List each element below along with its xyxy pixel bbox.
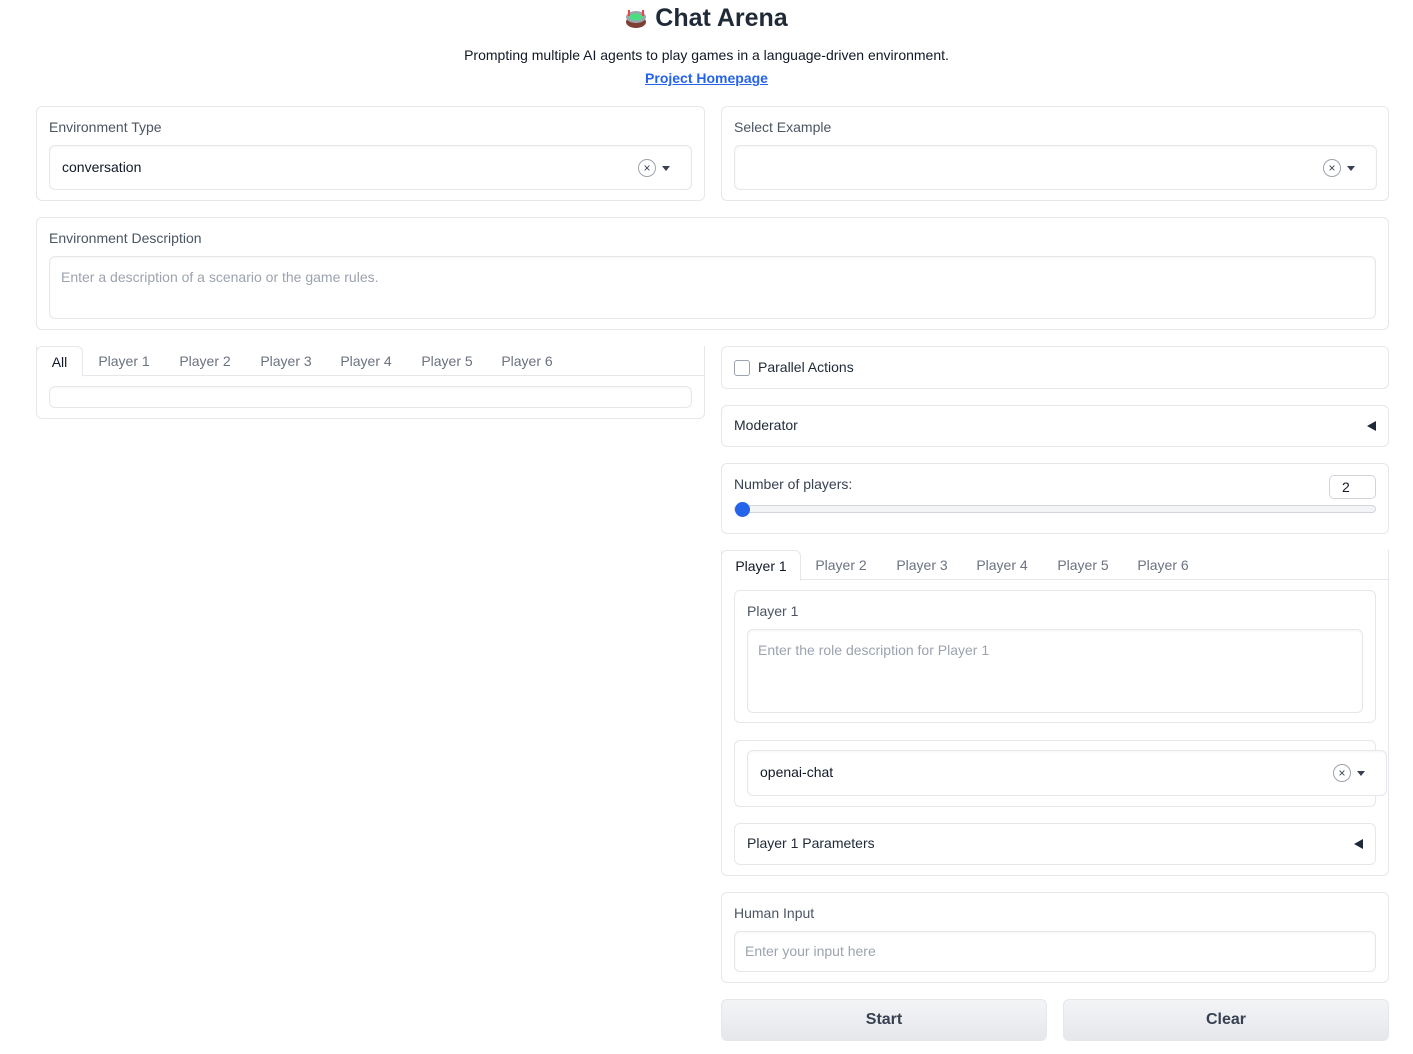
num-players-label: Number of players: bbox=[734, 476, 853, 492]
environment-type-block: Environment Type conversation × bbox=[36, 106, 705, 201]
environment-description-textarea[interactable]: Enter a description of a scenario or the… bbox=[49, 256, 1376, 319]
clear-icon[interactable]: × bbox=[1333, 764, 1351, 782]
parallel-actions-checkbox[interactable] bbox=[734, 360, 750, 376]
tab-player-3[interactable]: Player 3 bbox=[253, 346, 319, 376]
num-players-slider-thumb[interactable] bbox=[735, 502, 750, 517]
tab-player-6-config[interactable]: Player 6 bbox=[1130, 550, 1196, 580]
player-params-accordion[interactable]: Player 1 Parameters bbox=[734, 823, 1376, 865]
project-homepage-link[interactable]: Project Homepage bbox=[0, 70, 1413, 86]
human-input-field[interactable]: Enter your input here bbox=[734, 931, 1376, 972]
tab-player-1-config[interactable]: Player 1 bbox=[721, 550, 801, 581]
chevron-down-icon[interactable] bbox=[1357, 771, 1365, 776]
app-subtitle: Prompting multiple AI agents to play gam… bbox=[464, 47, 949, 63]
moderator-accordion[interactable]: Moderator bbox=[721, 405, 1389, 447]
start-button[interactable]: Start bbox=[721, 999, 1047, 1041]
chat-tabbar: All Player 1 Player 2 Player 3 Player 4 … bbox=[36, 346, 705, 377]
environment-type-label: Environment Type bbox=[49, 119, 162, 135]
chevron-down-icon[interactable] bbox=[1347, 166, 1355, 171]
human-input-placeholder: Enter your input here bbox=[745, 943, 876, 959]
player-tabbar: Player 1 Player 2 Player 3 Player 4 Play… bbox=[721, 550, 1389, 581]
select-example-dropdown[interactable]: × bbox=[734, 145, 1377, 190]
tab-all[interactable]: All bbox=[36, 346, 83, 377]
tab-player-3-config[interactable]: Player 3 bbox=[889, 550, 955, 580]
player-role-textarea[interactable]: Enter the role description for Player 1 bbox=[747, 629, 1363, 713]
tab-player-1[interactable]: Player 1 bbox=[91, 346, 157, 376]
clear-icon[interactable]: × bbox=[1323, 159, 1341, 177]
human-input-label: Human Input bbox=[734, 905, 815, 921]
player-role-block: Player 1 Enter the role description for … bbox=[734, 590, 1376, 723]
player-role-placeholder: Enter the role description for Player 1 bbox=[758, 642, 990, 658]
human-input-block: Human Input Enter your input here bbox=[721, 892, 1389, 983]
collapse-arrow-icon[interactable] bbox=[1354, 839, 1363, 849]
environment-description-placeholder: Enter a description of a scenario or the… bbox=[61, 269, 379, 285]
num-players-block: Number of players: 2 bbox=[721, 463, 1389, 534]
clear-icon[interactable]: × bbox=[638, 159, 656, 177]
tab-player-5-config[interactable]: Player 5 bbox=[1050, 550, 1116, 580]
app-title: Chat Arena bbox=[0, 4, 1413, 33]
backend-value: openai-chat bbox=[760, 764, 834, 780]
tab-player-5[interactable]: Player 5 bbox=[414, 346, 480, 376]
parallel-actions-block: Parallel Actions bbox=[721, 346, 1389, 389]
environment-type-value: conversation bbox=[62, 159, 142, 175]
environment-description-block: Environment Description Enter a descript… bbox=[36, 217, 1389, 330]
player-params-label: Player 1 Parameters bbox=[747, 835, 875, 851]
tab-player-6[interactable]: Player 6 bbox=[494, 346, 560, 376]
num-players-slider-track[interactable] bbox=[734, 505, 1376, 513]
app-title-text: Chat Arena bbox=[655, 4, 788, 32]
environment-type-dropdown[interactable]: conversation × bbox=[49, 145, 692, 190]
tab-player-2[interactable]: Player 2 bbox=[172, 346, 238, 376]
player-role-label: Player 1 bbox=[747, 603, 799, 619]
chevron-down-icon[interactable] bbox=[662, 166, 670, 171]
parallel-actions-label[interactable]: Parallel Actions bbox=[758, 359, 854, 375]
environment-description-label: Environment Description bbox=[49, 230, 202, 246]
select-example-label: Select Example bbox=[734, 119, 832, 135]
select-example-block: Select Example × bbox=[721, 106, 1389, 201]
chatbot-area[interactable] bbox=[49, 386, 692, 408]
backend-dropdown[interactable]: openai-chat × bbox=[747, 750, 1387, 796]
collapse-arrow-icon[interactable] bbox=[1367, 421, 1376, 431]
moderator-label: Moderator bbox=[734, 417, 798, 433]
tab-player-2-config[interactable]: Player 2 bbox=[808, 550, 874, 580]
clear-button[interactable]: Clear bbox=[1063, 999, 1389, 1041]
tab-player-4[interactable]: Player 4 bbox=[333, 346, 399, 376]
stadium-icon bbox=[626, 10, 647, 28]
num-players-input[interactable]: 2 bbox=[1329, 475, 1376, 499]
tab-player-4-config[interactable]: Player 4 bbox=[969, 550, 1035, 580]
